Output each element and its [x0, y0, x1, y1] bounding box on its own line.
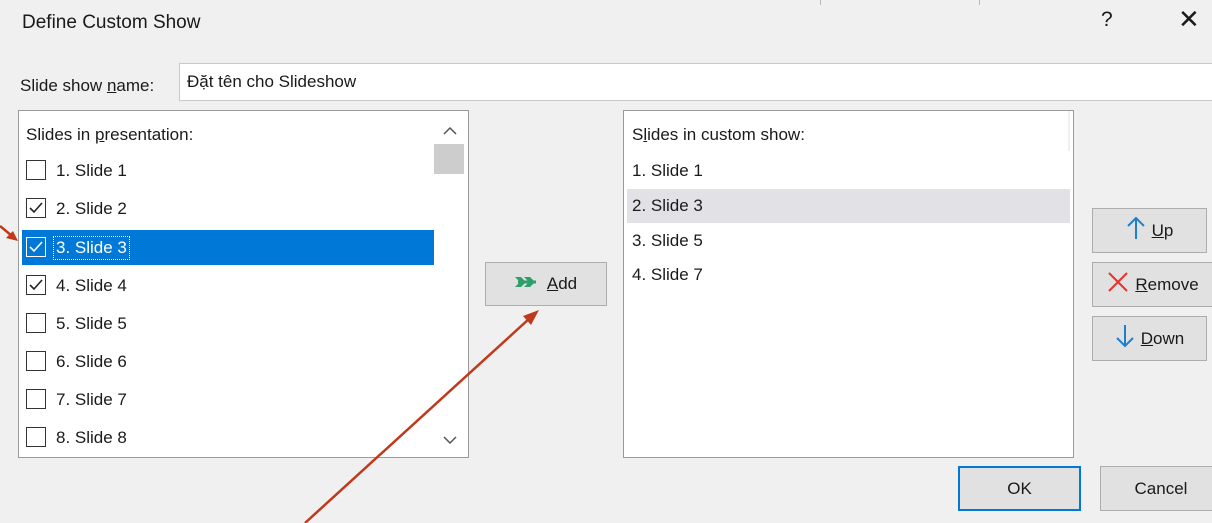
up-label-rest: p — [1163, 220, 1174, 240]
slide-list-item[interactable]: 5. Slide 5 — [22, 306, 435, 341]
scroll-down-arrow-icon[interactable] — [443, 433, 457, 448]
arrow-up-icon — [1126, 216, 1146, 245]
checkbox-checked-icon[interactable] — [26, 198, 46, 218]
custom-show-list-item[interactable]: 1. Slide 1 — [627, 154, 1070, 188]
slides-in-custom-show-list[interactable]: Slides in custom show: 1. Slide 1 2. Slid… — [623, 110, 1074, 458]
slide-show-name-label: Slide show name: — [20, 76, 154, 96]
slide-list-item[interactable]: 4. Slide 4 — [22, 268, 435, 303]
header-part: ides in custom show: — [647, 125, 805, 144]
checkbox-unchecked-icon[interactable] — [26, 389, 46, 409]
custom-show-item-label: 1. Slide 1 — [632, 161, 703, 180]
up-button-label: Up — [1152, 221, 1174, 241]
slide-list-item[interactable]: 2. Slide 2 — [22, 191, 435, 226]
slide-show-name-input[interactable]: Đặt tên cho Slideshow — [179, 63, 1212, 101]
remove-button-label: Remove — [1135, 275, 1198, 295]
custom-show-list-item[interactable]: 4. Slide 7 — [627, 258, 1070, 292]
header-part: S — [632, 125, 644, 144]
label-part: Slide show — [20, 76, 107, 95]
custom-show-item-label: 4. Slide 7 — [632, 265, 703, 284]
label-accesskey: n — [106, 76, 117, 95]
slide-item-label: 2. Slide 2 — [56, 199, 127, 218]
slide-item-label: 1. Slide 1 — [56, 161, 127, 180]
slides-in-custom-show-header: Slides in custom show: — [632, 125, 805, 145]
checkbox-unchecked-icon[interactable] — [26, 427, 46, 447]
vertical-scrollbar[interactable] — [434, 111, 468, 457]
move-up-button[interactable]: Up — [1092, 208, 1207, 253]
annotation-arrow-to-list — [0, 225, 18, 241]
slide-item-label: 4. Slide 4 — [56, 276, 127, 295]
slide-item-label: 5. Slide 5 — [56, 314, 127, 333]
help-button[interactable]: ? — [1101, 8, 1113, 32]
x-icon — [1107, 271, 1129, 298]
slides-in-presentation-header: Slides in presentation: — [26, 125, 193, 145]
slide-list-item[interactable]: 7. Slide 7 — [22, 382, 435, 417]
down-button-label: Down — [1141, 329, 1184, 349]
remove-accesskey: R — [1135, 274, 1148, 294]
scrollbar-thumb[interactable] — [434, 144, 464, 174]
custom-show-item-label: 3. Slide 5 — [632, 231, 703, 250]
checkbox-unchecked-icon[interactable] — [26, 313, 46, 333]
down-accesskey: D — [1140, 328, 1154, 348]
slides-in-presentation-list[interactable]: Slides in presentation: 1. Slide 1 2. Sli… — [18, 110, 469, 458]
add-button-label: Add — [547, 274, 577, 294]
header-part: resentation: — [104, 125, 194, 144]
dialog-title: Define Custom Show — [22, 12, 201, 33]
checkbox-unchecked-icon[interactable] — [26, 160, 46, 180]
custom-show-list-item[interactable]: 2. Slide 3 — [627, 189, 1070, 223]
arrow-down-icon — [1115, 324, 1135, 353]
checkbox-checked-icon[interactable] — [26, 237, 46, 257]
slide-list-item[interactable]: 1. Slide 1 — [22, 153, 435, 188]
move-down-button[interactable]: Down — [1092, 316, 1207, 361]
checkbox-checked-icon[interactable] — [26, 275, 46, 295]
background-window-edge — [820, 0, 980, 5]
header-part: Slides in — [26, 125, 95, 144]
remove-button[interactable]: Remove — [1092, 262, 1212, 307]
add-label-rest: dd — [558, 274, 578, 293]
close-button[interactable]: ✕ — [1178, 4, 1200, 35]
label-part: ame: — [116, 76, 155, 95]
slide-item-label: 3. Slide 3 — [53, 236, 130, 260]
custom-show-item-label: 2. Slide 3 — [632, 196, 703, 215]
down-label-rest: own — [1153, 328, 1185, 348]
cancel-button[interactable]: Cancel — [1100, 466, 1212, 511]
slide-item-label: 8. Slide 8 — [56, 428, 127, 447]
add-button[interactable]: Add — [485, 262, 607, 306]
custom-show-list-item[interactable]: 3. Slide 5 — [627, 224, 1070, 258]
ok-button[interactable]: OK — [958, 466, 1081, 511]
slide-item-label: 6. Slide 6 — [56, 352, 127, 371]
list-divider — [1068, 111, 1070, 151]
add-accesskey: A — [546, 274, 559, 293]
checkbox-unchecked-icon[interactable] — [26, 351, 46, 371]
slide-item-label: 7. Slide 7 — [56, 390, 127, 409]
slide-list-item[interactable]: 3. Slide 3 — [22, 230, 435, 265]
scroll-up-arrow-icon[interactable] — [443, 123, 457, 138]
double-arrow-right-icon — [514, 274, 541, 294]
remove-label-rest: emove — [1147, 274, 1199, 294]
slide-list-item[interactable]: 6. Slide 6 — [22, 344, 435, 379]
slide-list-item[interactable]: 8. Slide 8 — [22, 420, 435, 455]
up-accesskey: U — [1151, 220, 1164, 240]
